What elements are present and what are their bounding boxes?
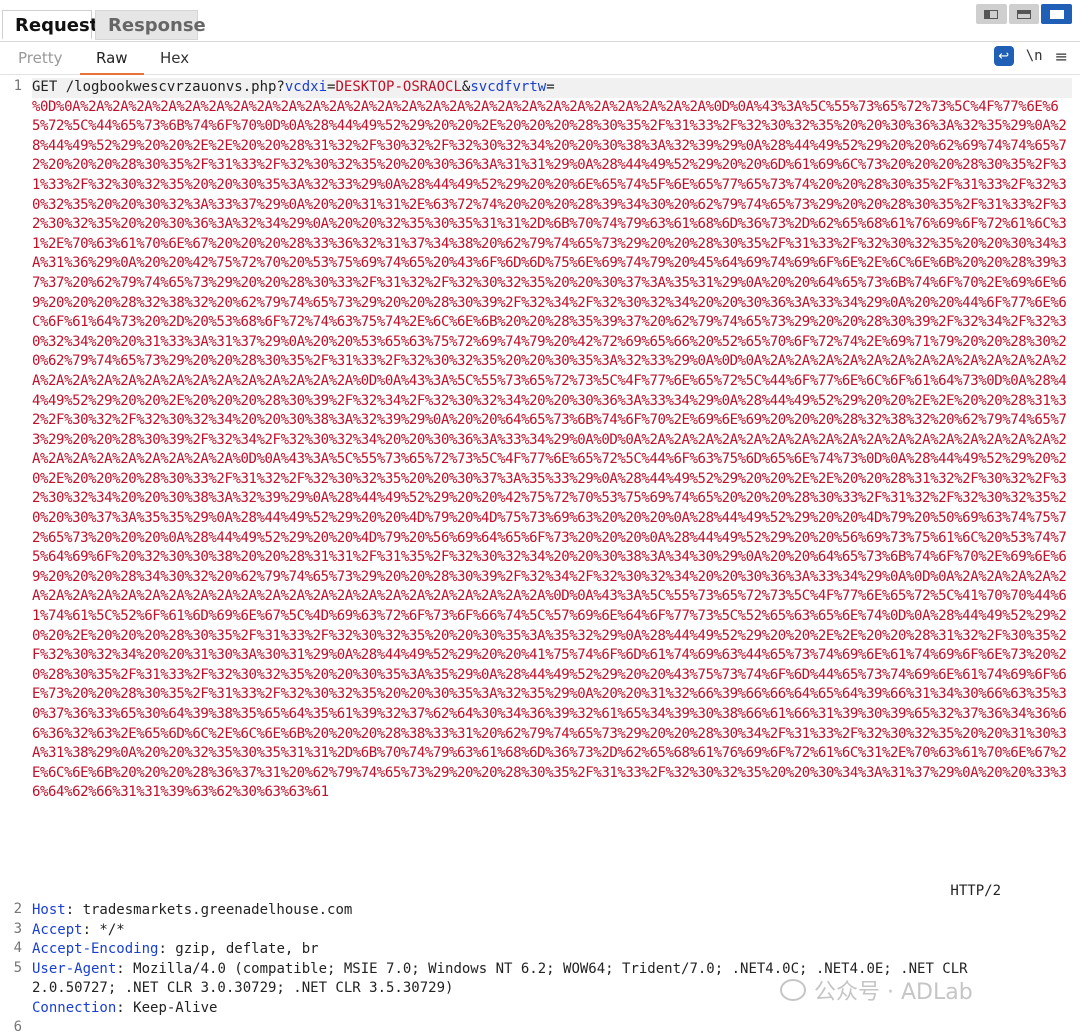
header-key: Accept: [32, 921, 83, 938]
layout-side-by-side-button[interactable]: [976, 4, 1007, 24]
layout-stacked-button[interactable]: [1008, 4, 1040, 24]
header-value: : */*: [82, 921, 125, 938]
show-newlines-toggle[interactable]: \n: [1026, 48, 1043, 64]
request-response-tabbar: Request Response: [0, 0, 1080, 42]
line-number: 5: [13, 960, 22, 976]
wechat-logo-icon: [780, 979, 806, 1001]
header-key: Accept-Encoding: [32, 941, 159, 958]
layout-toggle-group: [976, 4, 1073, 24]
raw-request-editor[interactable]: 1 2 3 4 5 6 GET /logbookwescvrzauonvs.ph…: [0, 78, 1080, 1035]
request-line: GET /logbookwescvrzauonvs.php?vcdxi = DESK…: [32, 78, 1072, 98]
watermark: 公众号 · ADLab: [780, 975, 1060, 1005]
header-value: : Keep-Alive: [116, 999, 218, 1016]
watermark-text: 公众号 · ADLab: [814, 980, 973, 1005]
query-param-name: vcdxi: [284, 79, 328, 95]
single-pane-icon: [1049, 9, 1064, 19]
subtab-raw[interactable]: Raw: [80, 48, 143, 75]
split-rows-icon: [1017, 9, 1031, 19]
header-value: : tradesmarkets.greenadelhouse.com: [65, 902, 353, 918]
header-key: Host: [32, 902, 66, 918]
subtab-pretty[interactable]: Pretty: [18, 48, 63, 68]
tab-response[interactable]: Response: [95, 10, 206, 40]
editor-menu-icon[interactable]: ≡: [1055, 47, 1068, 66]
header-line: Accept: */*: [32, 921, 1072, 941]
encoded-param-block: %0D%0A%2A%2A%2A%2A%2A%2A%2A%2A%2A%2A%2A%…: [32, 98, 1072, 900]
layout-single-button[interactable]: [1041, 4, 1073, 24]
header-line: Host: tradesmarkets.greenadelhouse.com: [32, 901, 1072, 921]
header-key: Connection: [32, 999, 117, 1016]
header-line: Accept-Encoding: gzip, deflate, br: [32, 940, 1072, 960]
line-number-gutter: 1 2 3 4 5 6: [0, 78, 28, 1035]
query-param-value: DESKTOP-OSRAOCL: [335, 79, 462, 95]
split-columns-icon: [984, 9, 999, 19]
tab-request[interactable]: Request: [2, 10, 98, 40]
word-wrap-toggle[interactable]: ↩: [993, 46, 1014, 66]
view-mode-bar: Pretty Raw Hex ↩ \n ≡: [0, 42, 1080, 75]
query-param-name: svcdfvrtw: [470, 79, 547, 95]
wrap-icon: ↩: [998, 48, 1010, 64]
header-key: User-Agent: [32, 960, 117, 977]
line-number: 3: [13, 921, 22, 937]
header-value: : gzip, deflate, br: [158, 941, 319, 958]
url-encoded-value: %0D%0A%2A%2A%2A%2A%2A%2A%2A%2A%2A%2A%2A%…: [32, 98, 1067, 801]
protocol-version: HTTP/2: [942, 883, 1002, 899]
method-path: GET /logbookwescvrzauonvs.php?: [32, 79, 285, 95]
line-number: 1: [13, 78, 22, 94]
subtab-hex[interactable]: Hex: [160, 48, 189, 68]
editor-tools: ↩ \n ≡: [993, 46, 1068, 66]
line-number: 4: [13, 940, 22, 956]
equals-sign: =: [546, 79, 555, 95]
code-area: GET /logbookwescvrzauonvs.php?vcdxi = DESK…: [32, 78, 1072, 1016]
line-number: 2: [13, 901, 22, 917]
